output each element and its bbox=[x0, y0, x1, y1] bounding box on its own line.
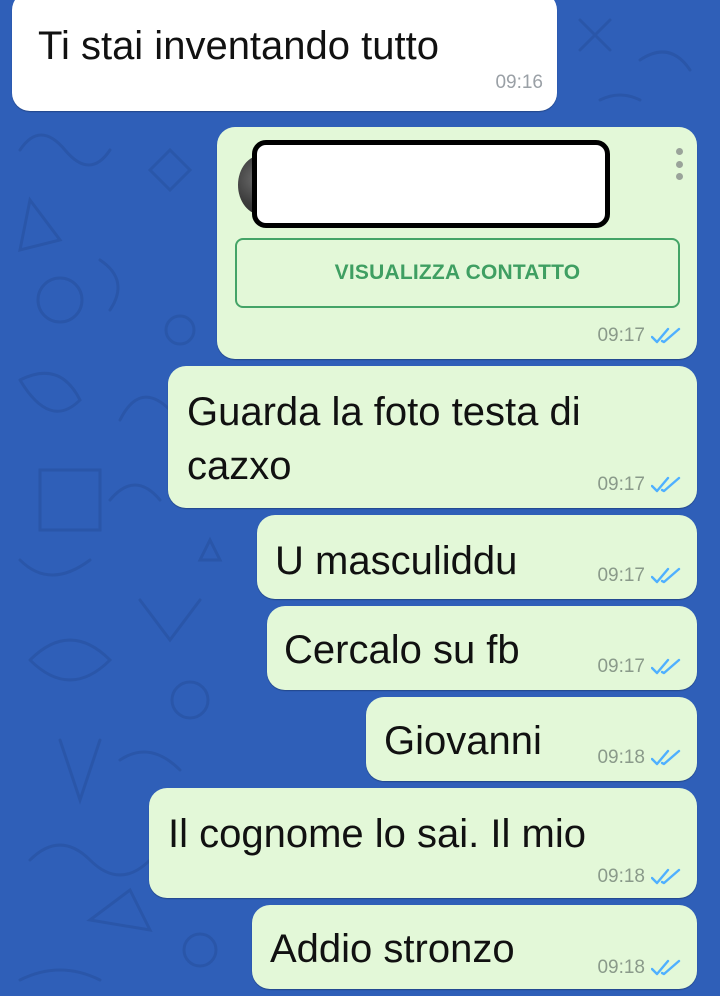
more-vert-icon[interactable] bbox=[673, 148, 685, 180]
message-time: 09:18 bbox=[597, 957, 645, 978]
message-meta: 09:17 bbox=[597, 325, 685, 347]
message-time: 09:18 bbox=[597, 747, 645, 768]
message-bubble-outgoing[interactable]: Il cognome lo sai. Il mio 09:18 bbox=[149, 788, 697, 898]
message-bubble-outgoing[interactable]: Cercalo su fb 09:17 bbox=[267, 606, 697, 690]
read-receipt-icon bbox=[651, 658, 681, 675]
message-time: 09:17 bbox=[597, 565, 645, 586]
message-meta: 09:17 bbox=[597, 474, 685, 496]
message-meta: 09:17 bbox=[597, 656, 685, 678]
message-text: Ti stai inventando tutto bbox=[38, 24, 439, 68]
message-time: 09:16 bbox=[495, 72, 543, 93]
message-bubble-incoming[interactable]: Ti stai inventando tutto 09:16 bbox=[12, 0, 557, 111]
redacted-contact-name bbox=[252, 140, 610, 228]
message-meta: 09:17 bbox=[597, 565, 685, 587]
message-time: 09:17 bbox=[597, 656, 645, 677]
message-text: Cercalo su fb bbox=[284, 628, 520, 672]
message-time: 09:17 bbox=[597, 474, 645, 495]
read-receipt-icon bbox=[651, 959, 681, 976]
message-time: 09:18 bbox=[597, 866, 645, 887]
message-text: U masculiddu bbox=[275, 539, 518, 583]
message-bubble-outgoing[interactable]: Giovanni 09:18 bbox=[366, 697, 697, 781]
message-meta: 09:18 bbox=[597, 747, 685, 769]
message-meta: 09:16 bbox=[495, 72, 543, 94]
message-text: Il cognome lo sai. Il mio bbox=[168, 812, 586, 856]
message-text-line: cazxo bbox=[187, 444, 292, 488]
read-receipt-icon bbox=[651, 749, 681, 766]
message-text: Giovanni bbox=[384, 719, 542, 763]
message-bubble-outgoing[interactable]: U masculiddu 09:17 bbox=[257, 515, 697, 599]
read-receipt-icon bbox=[651, 476, 681, 493]
read-receipt-icon bbox=[651, 868, 681, 885]
message-bubble-outgoing[interactable]: Guarda la foto testa di cazxo 09:17 bbox=[168, 366, 697, 508]
message-text: Addio stronzo bbox=[270, 927, 515, 971]
message-text-line: Guarda la foto testa di bbox=[187, 390, 581, 434]
read-receipt-icon bbox=[651, 327, 681, 344]
read-receipt-icon bbox=[651, 567, 681, 584]
message-meta: 09:18 bbox=[597, 957, 685, 979]
message-time: 09:17 bbox=[597, 325, 645, 346]
message-meta: 09:18 bbox=[597, 866, 685, 888]
view-contact-button[interactable]: VISUALIZZA CONTATTO bbox=[235, 238, 680, 308]
message-bubble-outgoing[interactable]: Addio stronzo 09:18 bbox=[252, 905, 697, 989]
